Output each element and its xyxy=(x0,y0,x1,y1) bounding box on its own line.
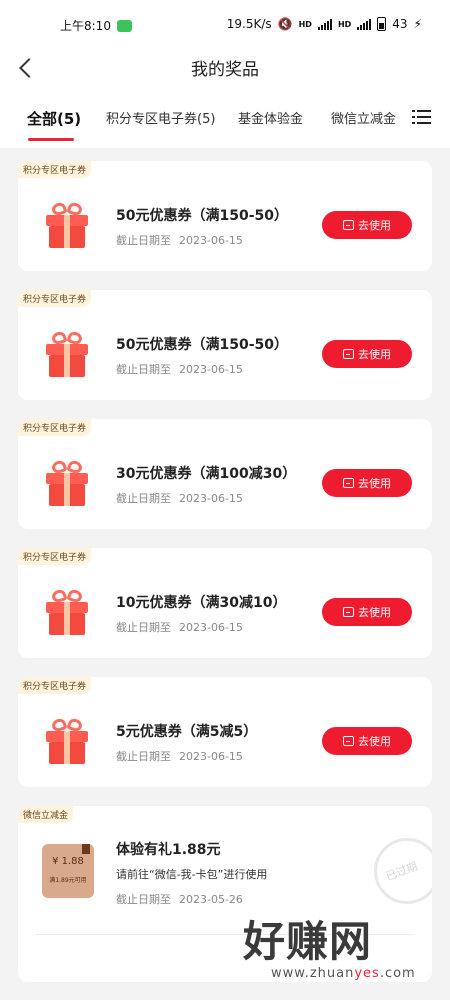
use-button-label: 去使用 xyxy=(358,348,391,361)
coupon-expiry: 截止日期至 2023-06-15 xyxy=(116,361,243,377)
wechat-coupon-thumbnail: ¥ 1.88 满1.89元可用 xyxy=(42,844,94,898)
coupon-tag: 积分专区电子券 xyxy=(18,419,92,436)
coupon-card: 积分专区电子券 50元优惠券（满150-50） 截止日期至 2023-06-15 … xyxy=(18,161,432,271)
tab-fund-trial[interactable]: 基金体验金 xyxy=(238,108,303,127)
use-coupon-button[interactable]: 去使用 xyxy=(322,469,412,497)
expiry-date: 2023-06-15 xyxy=(179,750,243,763)
tab-all[interactable]: 全部(5) xyxy=(27,108,81,129)
ticket-icon xyxy=(343,478,354,488)
battery-level: 43 xyxy=(392,17,408,31)
watermark-logo: 好赚网 www.zhuanyes.com xyxy=(243,917,416,982)
watermark-url: www.zhuanyes.com xyxy=(271,966,416,981)
coupon-expiry: 截止日期至 2023-06-15 xyxy=(116,490,243,506)
ticket-icon xyxy=(343,736,354,746)
coupon-card: 积分专区电子券 50元优惠券（满150-50） 截止日期至 2023-06-15 … xyxy=(18,290,432,400)
coupon-amount: ¥ 1.88 xyxy=(52,856,84,867)
coupon-description: 请前往“微信-我-卡包”进行使用 xyxy=(116,868,268,881)
use-button-label: 去使用 xyxy=(358,477,391,490)
use-coupon-button[interactable]: 去使用 xyxy=(322,340,412,368)
charging-icon: ⚡ xyxy=(413,17,422,31)
coupon-title: 30元优惠券（满100减30） xyxy=(116,466,297,482)
expiry-label: 截止日期至 xyxy=(116,621,171,634)
expiry-label: 截止日期至 xyxy=(116,234,171,247)
coupon-condition: 满1.89元可用 xyxy=(49,877,87,884)
active-tab-indicator xyxy=(28,138,74,141)
coupon-title: 体验有礼1.88元 xyxy=(116,842,221,858)
coupon-title: 5元优惠券（满5减5） xyxy=(116,724,258,740)
use-button-label: 去使用 xyxy=(358,735,391,748)
ticket-icon xyxy=(343,349,354,359)
tab-wechat-discount[interactable]: 微信立减金 xyxy=(331,108,396,127)
watermark-url-part: www.zhuan xyxy=(271,966,355,981)
tab-points-coupons[interactable]: 积分专区电子券(5) xyxy=(106,108,215,127)
tab-bar: 全部(5) 积分专区电子券(5) 基金体验金 微信立减金 xyxy=(0,92,450,148)
ticket-icon xyxy=(343,607,354,617)
gift-box-icon xyxy=(44,458,90,507)
coupon-tag: 积分专区电子券 xyxy=(18,161,92,178)
expiry-date: 2023-06-15 xyxy=(179,492,243,505)
bookmark-icon xyxy=(82,844,90,854)
battery-icon xyxy=(377,17,387,31)
coupon-tag: 积分专区电子券 xyxy=(18,677,92,694)
expired-stamp-text: 已过期 xyxy=(383,859,420,884)
coupon-tag: 积分专区电子券 xyxy=(18,548,92,565)
watermark-text: 好赚网 xyxy=(243,917,373,966)
menu-list-icon[interactable] xyxy=(412,108,432,126)
expired-stamp-icon: 已过期 xyxy=(374,838,432,904)
gift-box-icon xyxy=(44,587,90,636)
status-time: 上午8:10 xyxy=(60,19,111,33)
coupon-tag: 微信立减金 xyxy=(18,806,74,823)
use-coupon-button[interactable]: 去使用 xyxy=(322,598,412,626)
coupon-title: 10元优惠券（满30减10） xyxy=(116,595,287,611)
expiry-date: 2023-05-26 xyxy=(179,893,243,906)
use-button-label: 去使用 xyxy=(358,606,391,619)
gift-box-icon xyxy=(44,200,90,249)
page-header: 我的奖品 xyxy=(0,48,450,92)
gift-box-icon xyxy=(44,329,90,378)
expiry-label: 截止日期至 xyxy=(116,893,171,906)
expiry-date: 2023-06-15 xyxy=(179,621,243,634)
coupon-card: 积分专区电子券 5元优惠券（满5减5） 截止日期至 2023-06-15 去使用 xyxy=(18,677,432,787)
expiry-date: 2023-06-15 xyxy=(179,363,243,376)
status-bar: 上午8:10 19.5K/s 🔇 HD HD 43 ⚡ xyxy=(0,0,450,48)
coupon-tag: 积分专区电子券 xyxy=(18,290,92,307)
expiry-label: 截止日期至 xyxy=(116,492,171,505)
watermark-url-highlight: yes xyxy=(354,966,380,981)
hd-label-2: HD xyxy=(337,19,352,29)
expiry-label: 截止日期至 xyxy=(116,750,171,763)
coupon-card: 积分专区电子券 30元优惠券（满100减30） 截止日期至 2023-06-15 … xyxy=(18,419,432,529)
mute-icon: 🔇 xyxy=(277,17,293,31)
hd-label: HD xyxy=(298,19,312,29)
use-coupon-button[interactable]: 去使用 xyxy=(322,211,412,239)
network-speed: 19.5K/s xyxy=(226,17,272,31)
use-coupon-button[interactable]: 去使用 xyxy=(322,727,412,755)
expiry-date: 2023-06-15 xyxy=(179,234,243,247)
coupon-title: 50元优惠券（满150-50） xyxy=(116,337,288,353)
ticket-icon xyxy=(343,220,354,230)
watermark-url-part: .com xyxy=(379,966,416,981)
coupon-card: 积分专区电子券 10元优惠券（满30减10） 截止日期至 2023-06-15 去… xyxy=(18,548,432,658)
page-title: 我的奖品 xyxy=(191,60,259,80)
signal-icon-2 xyxy=(357,18,372,30)
wechat-notification-icon xyxy=(116,19,132,32)
coupon-expiry: 截止日期至 2023-06-15 xyxy=(116,748,243,764)
coupon-expiry: 截止日期至 2023-05-26 xyxy=(116,891,243,907)
coupon-expiry: 截止日期至 2023-06-15 xyxy=(116,619,243,635)
coupon-expiry: 截止日期至 2023-06-15 xyxy=(116,232,243,248)
use-button-label: 去使用 xyxy=(358,219,391,232)
expiry-label: 截止日期至 xyxy=(116,363,171,376)
gift-box-icon xyxy=(44,716,90,765)
coupon-title: 50元优惠券（满150-50） xyxy=(116,208,288,224)
signal-icon xyxy=(317,18,332,30)
